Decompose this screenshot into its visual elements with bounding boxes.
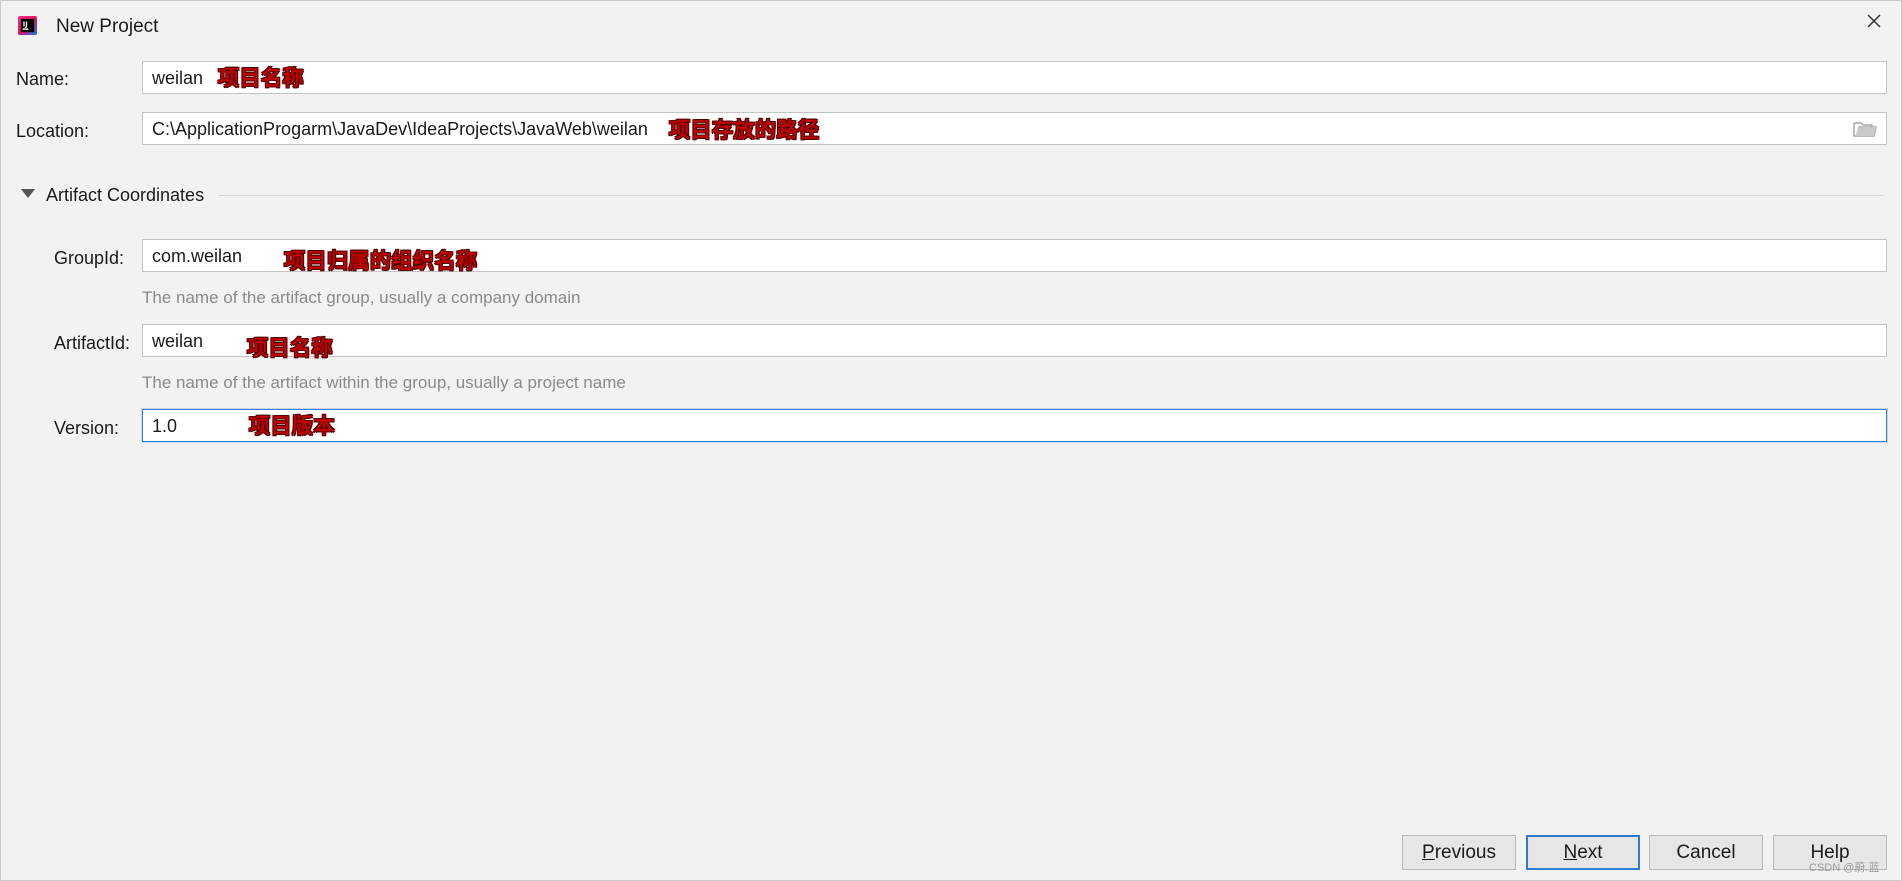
- next-button[interactable]: Next: [1526, 835, 1640, 870]
- artifact-coordinates-title[interactable]: Artifact Coordinates: [46, 185, 204, 206]
- groupid-input-value: com.weilan: [152, 246, 243, 266]
- name-input-value: weilan: [152, 68, 204, 88]
- previous-button[interactable]: Previous: [1402, 835, 1516, 870]
- groupid-hint: The name of the artifact group, usually …: [142, 288, 581, 307]
- watermark: CSDN @蔚.蓝: [1809, 862, 1880, 874]
- groupid-annotation: 项目归属的组织名称: [284, 250, 478, 273]
- version-annotation: 项目版本: [249, 415, 335, 438]
- previous-mnemonic: P: [1422, 841, 1435, 863]
- svg-text:IJ: IJ: [23, 20, 28, 28]
- close-button[interactable]: [1860, 7, 1888, 35]
- close-icon: [1867, 14, 1881, 28]
- title-bar: IJ New Project: [1, 1, 1902, 51]
- name-label: Name:: [16, 69, 70, 89]
- version-field[interactable]: 1.0: [142, 409, 1887, 442]
- collapse-triangle-icon[interactable]: [21, 189, 35, 199]
- intellij-idea-icon: IJ: [18, 16, 37, 35]
- folder-icon[interactable]: [1853, 120, 1877, 138]
- artifactid-input-value: weilan: [152, 331, 204, 351]
- groupid-label: GroupId:: [54, 248, 125, 268]
- version-input-value: 1.0: [152, 416, 178, 436]
- artifactid-annotation: 项目名称: [247, 337, 333, 360]
- location-annotation: 项目存放的路径: [669, 119, 820, 142]
- section-divider: [219, 195, 1884, 196]
- name-field[interactable]: weilan: [142, 61, 1887, 94]
- location-field[interactable]: C:\ApplicationProgarm\JavaDev\IdeaProjec…: [142, 112, 1887, 145]
- version-label: Version:: [54, 418, 120, 438]
- cancel-button[interactable]: Cancel: [1649, 835, 1763, 870]
- new-project-dialog: IJ New Project Name: weilan 项目名称 Locatio…: [0, 0, 1902, 881]
- artifactid-label: ArtifactId:: [54, 333, 131, 353]
- previous-label: revious: [1434, 841, 1496, 863]
- artifactid-field[interactable]: weilan: [142, 324, 1887, 357]
- next-label: ext: [1577, 841, 1603, 863]
- location-label: Location:: [16, 121, 90, 141]
- window-title: New Project: [56, 16, 159, 37]
- name-annotation: 项目名称: [218, 67, 304, 90]
- next-mnemonic: N: [1563, 841, 1578, 863]
- location-input-value: C:\ApplicationProgarm\JavaDev\IdeaProjec…: [152, 119, 648, 139]
- artifactid-hint: The name of the artifact within the grou…: [142, 373, 626, 392]
